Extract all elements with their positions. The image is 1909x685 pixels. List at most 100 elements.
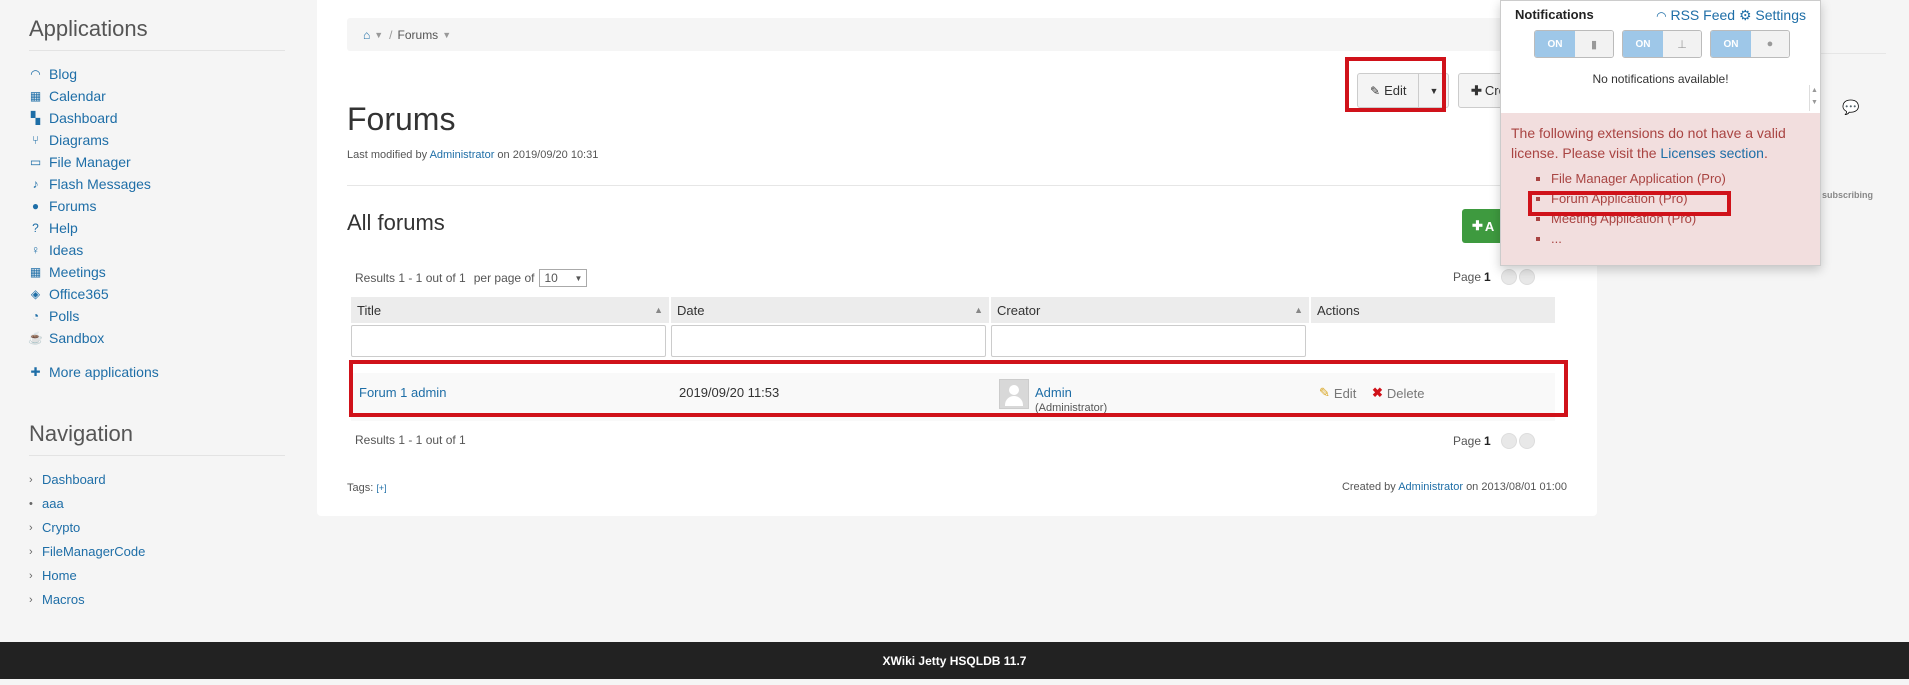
next-page-button[interactable] (1518, 269, 1535, 285)
cube-icon: ◈ (30, 287, 41, 301)
extension-item: File Manager Application (Pro) (1551, 169, 1810, 189)
title-filter-input[interactable] (351, 325, 666, 357)
per-page-label: per page of (473, 271, 535, 285)
last-modified-suffix: on 2019/09/20 10:31 (497, 149, 599, 161)
app-item-help[interactable]: ? Help (29, 217, 285, 239)
home-icon[interactable]: ⌂ (363, 28, 370, 42)
nav-label: FileManagerCode (42, 544, 146, 559)
notifications-popup: Notifications ◠ RSS Feed ⚙ Settings ON ▮… (1500, 0, 1821, 266)
settings-label: Settings (1755, 7, 1806, 23)
app-item-ideas[interactable]: ♀ Ideas (29, 239, 285, 261)
toggle-page-notifications[interactable]: ON ▮ (1534, 30, 1614, 58)
app-item-office365[interactable]: ◈ Office365 (29, 283, 285, 305)
results-count: Results 1 - 1 out of 1 (355, 271, 466, 285)
rss-icon: ◠ (1656, 9, 1667, 23)
toggle-wiki-notifications[interactable]: ON ● (1710, 30, 1790, 58)
created-user-link[interactable]: Administrator (1398, 481, 1463, 493)
plus-icon: ✚ (30, 365, 41, 379)
filter-row (351, 323, 1555, 359)
chevron-right-icon: › (29, 522, 33, 534)
creator-filter-input[interactable] (991, 325, 1306, 357)
app-item-dashboard[interactable]: ▚ Dashboard (29, 107, 285, 129)
navigation-heading: Navigation (29, 405, 285, 456)
pagination-bottom: Page 1 (1453, 433, 1535, 449)
sort-icon: ▲ (1294, 305, 1303, 315)
app-label: Sandbox (49, 330, 105, 346)
nav-item-crypto[interactable]: › Crypto (29, 516, 285, 540)
licenses-section-link[interactable]: Licenses section (1660, 145, 1764, 161)
section-title: All forums (347, 210, 445, 235)
page-icon: ▮ (1575, 31, 1613, 57)
notification-filter-toggles: ON ▮ ON ⊥ ON ● (1501, 24, 1820, 58)
app-item-flash-messages[interactable]: ♪ Flash Messages (29, 173, 285, 195)
comment-icon[interactable]: 💬 (1842, 99, 1859, 116)
table-header: Title ▲ Date ▲ Creator ▲ Actions (351, 297, 1555, 323)
app-item-sandbox[interactable]: ☕ Sandbox (28, 327, 285, 349)
prev-page-button[interactable] (1500, 433, 1517, 449)
notifications-scrollbar[interactable]: ▲ ▼ (1809, 85, 1819, 111)
notification-settings-link[interactable]: ⚙ Settings (1739, 7, 1806, 23)
nav-label: Macros (42, 592, 85, 607)
app-item-forums[interactable]: ● Forums (29, 195, 285, 217)
column-date[interactable]: Date ▲ (671, 297, 991, 323)
rss-icon: ◠ (30, 67, 41, 81)
coffee-icon: ☕ (28, 331, 43, 345)
column-label: Title (357, 302, 382, 318)
nav-item-macros[interactable]: › Macros (29, 588, 285, 612)
add-forum-label: A (1484, 218, 1495, 234)
notifications-title: Notifications (1515, 7, 1594, 22)
column-label: Creator (997, 302, 1041, 318)
nav-item-home[interactable]: › Home (29, 564, 285, 588)
app-item-diagrams[interactable]: ⑂ Diagrams (29, 129, 285, 151)
app-item-calendar[interactable]: ▦ Calendar (29, 85, 285, 107)
app-label: Ideas (49, 242, 84, 258)
toggle-on-label: ON (1535, 31, 1575, 57)
calendar-icon: ▦ (29, 89, 42, 103)
per-page-select[interactable]: 10 ▼ (539, 269, 588, 287)
created-suffix: on 2013/08/01 01:00 (1466, 481, 1567, 493)
last-modified-user-link[interactable]: Administrator (430, 149, 495, 161)
breadcrumb-current[interactable]: Forums (398, 28, 439, 42)
nav-label: aaa (42, 496, 64, 511)
results-summary-top: Results 1 - 1 out of 1 per page of 10 ▼ (355, 269, 588, 287)
nav-item-dashboard[interactable]: › Dashboard (29, 468, 285, 492)
column-label: Date (677, 302, 705, 318)
page-label: Page (1453, 270, 1482, 284)
app-item-meetings[interactable]: ▦ Meetings (29, 261, 285, 283)
divider (347, 185, 1537, 186)
date-filter-input[interactable] (671, 325, 986, 357)
chevron-right-icon: › (29, 594, 33, 606)
main-content: ⌂ ▼ / Forums ▼ ✎ Edit ▼ ✚ Cre Forums Las… (317, 0, 1597, 516)
app-label: Meetings (49, 264, 106, 280)
nav-item-filemanagercode[interactable]: › FileManagerCode (29, 540, 285, 564)
next-page-button[interactable] (1518, 433, 1535, 449)
app-label: File Manager (49, 154, 131, 170)
app-label: Forums (49, 198, 97, 214)
globe-icon: ● (1751, 31, 1789, 57)
rss-feed-link[interactable]: ◠ RSS Feed (1656, 7, 1739, 23)
app-item-blog[interactable]: ◠ Blog (29, 63, 285, 85)
sort-icon: ▲ (974, 305, 983, 315)
more-applications-link[interactable]: ✚ More applications (29, 361, 285, 383)
toggle-space-notifications[interactable]: ON ⊥ (1622, 30, 1702, 58)
column-label: Actions (1317, 302, 1360, 318)
help-icon: ? (32, 221, 39, 235)
column-title[interactable]: Title ▲ (351, 297, 671, 323)
footer: XWiki Jetty HSQLDB 11.7 (0, 642, 1909, 679)
comments-icon: ● (31, 199, 40, 213)
app-item-polls[interactable]: ◔ Polls (29, 305, 285, 327)
nav-label: Home (42, 568, 77, 583)
chevron-right-icon: › (29, 474, 33, 486)
chevron-down-icon[interactable]: ▼ (442, 30, 451, 40)
add-tag-link[interactable]: [+] (376, 483, 386, 493)
app-item-file-manager[interactable]: ▭ File Manager (29, 151, 285, 173)
nav-item-aaa[interactable]: • aaa (29, 492, 285, 516)
column-creator[interactable]: Creator ▲ (991, 297, 1311, 323)
calendar-icon: ▦ (29, 265, 42, 279)
prev-page-button[interactable] (1500, 269, 1517, 285)
created-info: Created by Administrator on 2013/08/01 0… (1342, 481, 1567, 493)
applications-heading: Applications (29, 0, 285, 51)
chevron-down-icon[interactable]: ▼ (374, 30, 383, 40)
pie-chart-icon: ◔ (31, 309, 40, 323)
plus-icon: ✚ (1471, 82, 1482, 98)
